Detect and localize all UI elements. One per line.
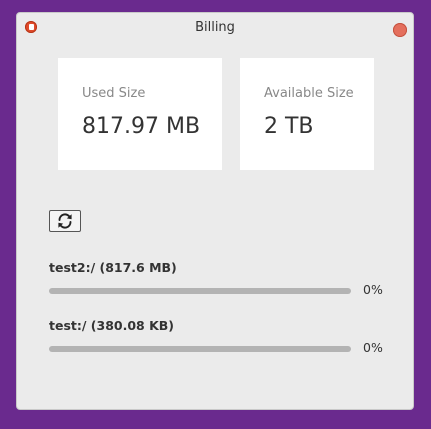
window-titlebar[interactable]: Billing [17, 13, 413, 43]
used-size-value: 817.97 MB [82, 114, 201, 139]
available-size-label: Available Size [264, 86, 354, 101]
window-title: Billing [195, 20, 235, 35]
usage-progress-bar [49, 346, 351, 352]
storage-item-test2: test2:/ (817.6 MB) 0% [49, 260, 389, 306]
close-button[interactable] [393, 23, 407, 37]
usage-percent: 0% [363, 282, 383, 297]
billing-window: Billing Used Size 817.97 MB Available Si… [16, 12, 414, 410]
refresh-icon [58, 213, 72, 229]
available-size-card: Available Size 2 TB [240, 58, 374, 170]
storage-item-test: test:/ (380.08 KB) 0% [49, 318, 389, 364]
available-size-value: 2 TB [264, 114, 314, 139]
usage-percent: 0% [363, 340, 383, 355]
storage-name: test:/ (380.08 KB) [49, 318, 175, 333]
usage-progress-bar [49, 288, 351, 294]
storage-name: test2:/ (817.6 MB) [49, 260, 177, 275]
used-size-label: Used Size [82, 86, 146, 101]
used-size-card: Used Size 817.97 MB [58, 58, 222, 170]
refresh-button[interactable] [49, 210, 81, 232]
